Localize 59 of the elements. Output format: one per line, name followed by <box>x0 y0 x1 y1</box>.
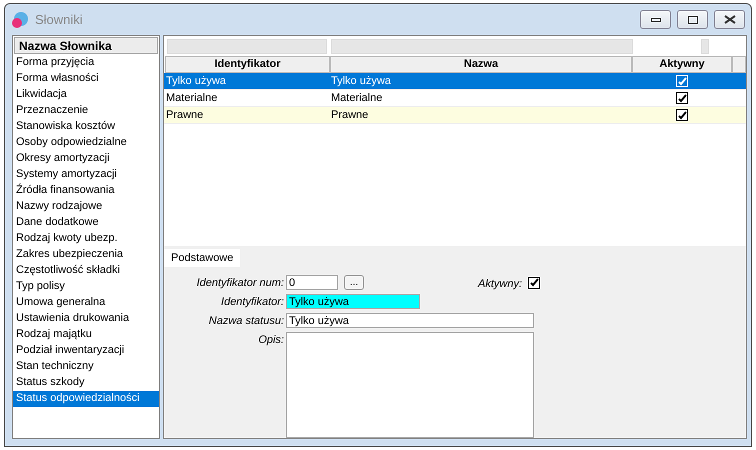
list-item[interactable]: Stan techniczny <box>13 359 159 375</box>
list-item[interactable]: Ustawienia drukowania <box>13 311 159 327</box>
list-item[interactable]: Status szkody <box>13 375 159 391</box>
browse-button[interactable]: ... <box>344 275 364 290</box>
filter-field[interactable] <box>167 39 327 54</box>
field-label: Identyfikator num: <box>196 276 284 290</box>
list-item[interactable]: Osoby odpowiedzialne <box>13 135 159 151</box>
list-item[interactable]: Typ polisy <box>13 279 159 295</box>
maximize-icon <box>688 16 698 24</box>
table-row[interactable]: Materialne Materialne <box>164 90 746 107</box>
checkbox[interactable] <box>676 92 688 104</box>
list-item[interactable]: Forma własności <box>13 71 159 87</box>
checkbox[interactable] <box>676 109 688 121</box>
list-item[interactable]: Likwidacja <box>13 87 159 103</box>
table-cell: Tylko używa <box>166 75 226 87</box>
list-item[interactable]: Rodzaj kwoty ubezp. <box>13 231 159 247</box>
table-cell: Materialne <box>166 92 218 104</box>
list-item[interactable]: Systemy amortyzacji <box>13 167 159 183</box>
table-row[interactable]: Tylko używa Tylko używa <box>164 73 746 90</box>
list-item[interactable]: Częstotliwość składki <box>13 263 159 279</box>
input-field[interactable]: Tylko używa <box>286 294 420 309</box>
list-item[interactable]: Rodzaj majątku <box>13 327 159 343</box>
filter-field[interactable] <box>701 39 709 54</box>
list-item[interactable]: Umowa generalna <box>13 295 159 311</box>
tab[interactable]: Podstawowe <box>164 249 240 267</box>
column-header[interactable]: Identyfikator <box>165 56 330 73</box>
close-icon <box>724 15 736 24</box>
app-logo-icon <box>11 10 29 28</box>
list-item[interactable]: Źródła finansowania <box>13 183 159 199</box>
column-header[interactable]: Aktywny <box>632 56 732 73</box>
table-cell: Prawne <box>166 109 204 121</box>
input-field[interactable]: 0 <box>286 275 338 290</box>
column-header[interactable]: Nazwa <box>330 56 632 73</box>
checkbox[interactable] <box>528 276 540 288</box>
table-row[interactable]: Prawne Prawne <box>164 107 746 124</box>
list-item[interactable]: Dane dodatkowe <box>13 215 159 231</box>
input-field[interactable]: Tylko używa <box>286 313 534 328</box>
list-item[interactable]: Zakres ubezpieczenia <box>13 247 159 263</box>
table-cell: Prawne <box>331 109 368 121</box>
list-item[interactable]: Forma przyjęcia <box>13 55 159 71</box>
table-cell: Tylko używa <box>331 75 391 87</box>
list-item[interactable]: Stanowiska kosztów <box>13 119 159 135</box>
filter-field[interactable] <box>331 39 633 54</box>
field-label: Opis: <box>257 333 284 348</box>
field-label: Aktywny: <box>478 276 522 290</box>
list-item[interactable]: Przeznaczenie <box>13 103 159 119</box>
minimize-button[interactable] <box>640 10 671 29</box>
list-item[interactable]: Status odpowiedzialności <box>13 391 159 407</box>
field-label: Identyfikator: <box>220 295 284 309</box>
maximize-button[interactable] <box>677 10 708 29</box>
field-label: Nazwa statusu: <box>208 314 284 328</box>
window-title: Słowniki <box>35 12 84 27</box>
minimize-icon <box>650 18 660 22</box>
column-header: Nazwa Słownika <box>14 37 158 54</box>
close-button[interactable] <box>714 10 745 29</box>
list-item[interactable]: Podział inwentaryzacji <box>13 343 159 359</box>
list-item[interactable]: Okresy amortyzacji <box>13 151 159 167</box>
table-cell: Materialne <box>331 92 382 104</box>
list-item[interactable]: Nazwy rodzajowe <box>13 199 159 215</box>
